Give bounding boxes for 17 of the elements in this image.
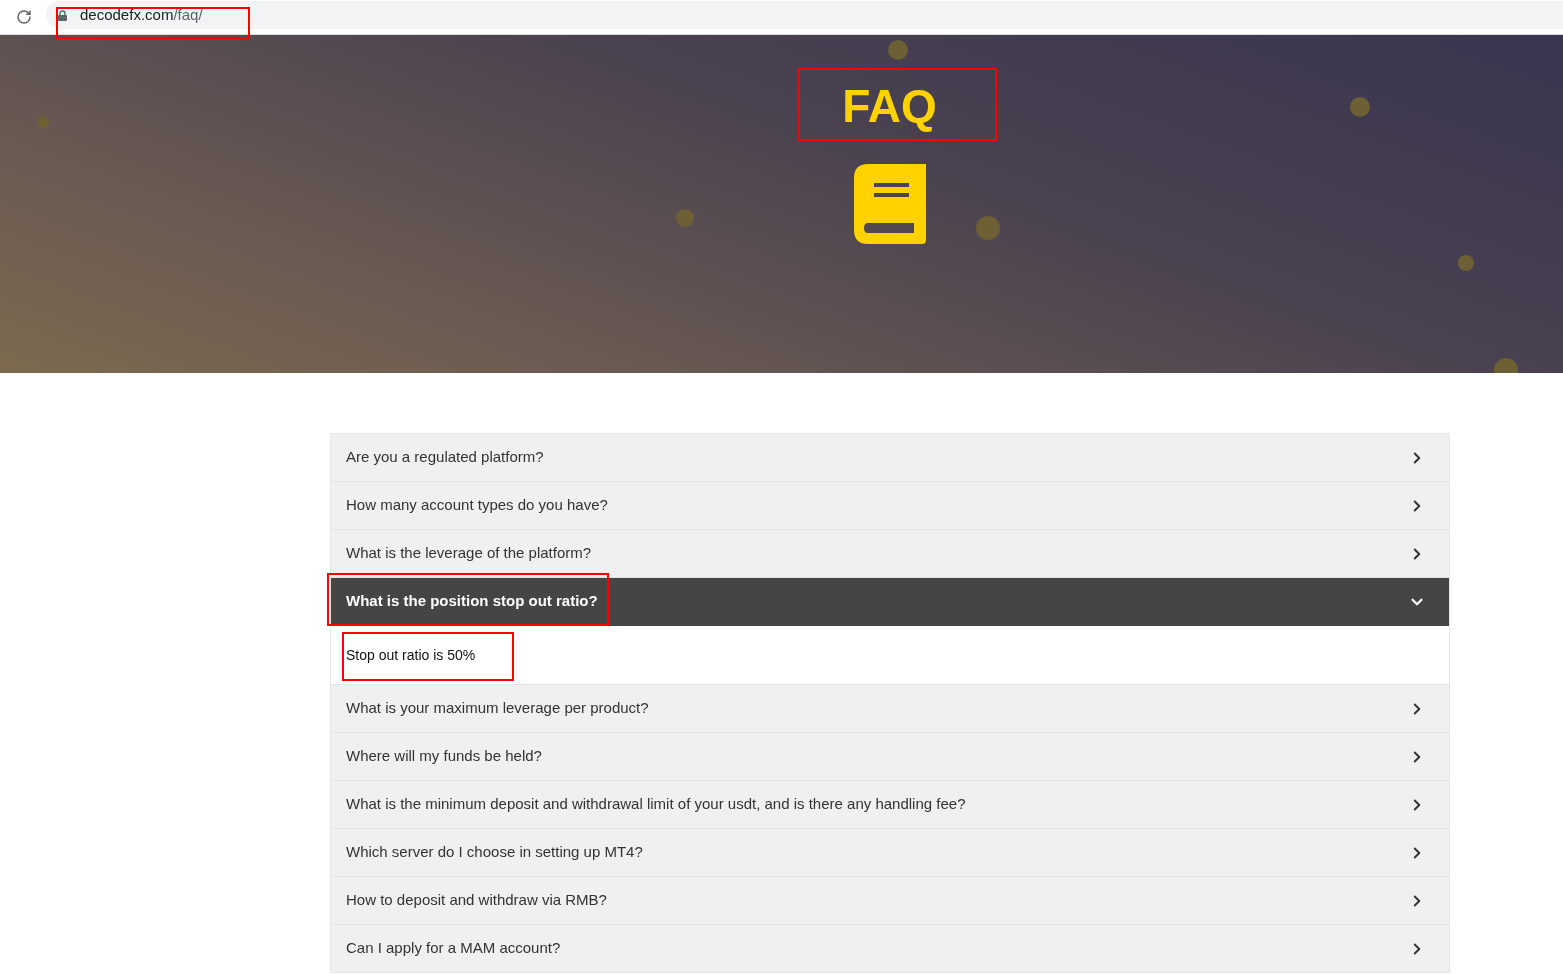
address-bar[interactable]: decodefx.com/faq/ bbox=[46, 1, 1563, 29]
faq-question[interactable]: What is the leverage of the platform? bbox=[331, 530, 1449, 578]
lock-icon bbox=[58, 9, 67, 21]
faq-question[interactable]: What is your maximum leverage per product? bbox=[331, 685, 1449, 733]
reload-icon[interactable] bbox=[16, 9, 32, 25]
faq-question[interactable]: Are you a regulated platform? bbox=[331, 434, 1449, 482]
page-title: FAQ bbox=[842, 82, 937, 130]
book-icon bbox=[853, 164, 926, 244]
faq-question[interactable]: What is the position stop out ratio? bbox=[331, 578, 1449, 626]
url-text: decodefx.com/faq/ bbox=[80, 6, 203, 24]
faq-question[interactable]: How many account types do you have? bbox=[331, 482, 1449, 530]
faq-question[interactable]: How to deposit and withdraw via RMB? bbox=[331, 877, 1449, 925]
faq-question[interactable]: Where will my funds be held? bbox=[331, 733, 1449, 781]
faq-question[interactable]: Can I apply for a MAM account? bbox=[331, 925, 1449, 973]
faq-question[interactable]: Which server do I choose in setting up MT4? bbox=[331, 829, 1449, 877]
faq-question[interactable]: What is the minimum deposit and withdrawal limit of your usdt, and is there any handling fee? bbox=[331, 781, 1449, 829]
answer-text: Stop out ratio is 50% bbox=[346, 645, 476, 665]
